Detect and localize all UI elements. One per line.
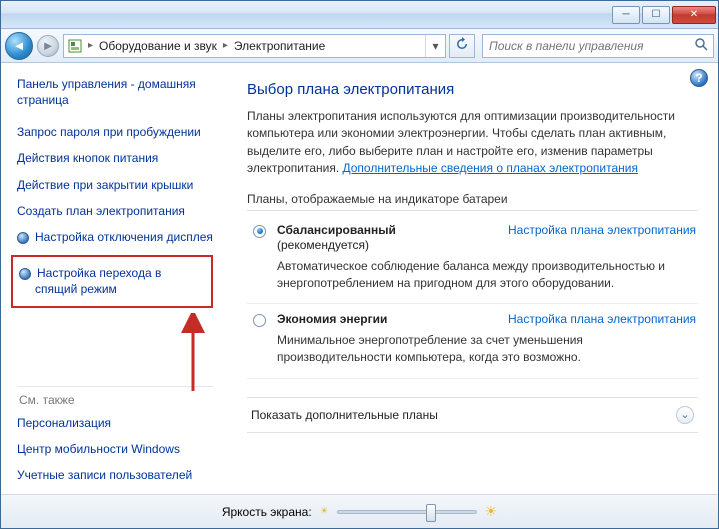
arrow-right-icon: ► — [42, 38, 55, 53]
body: Панель управления - домашняя страница За… — [1, 63, 718, 494]
divider — [17, 386, 213, 387]
highlighted-sidebar-item: Настройка перехода в спящий режим — [11, 255, 213, 307]
search-box[interactable] — [482, 34, 714, 58]
cpl-icon — [64, 39, 86, 53]
navbar: ◄ ► ▸ Оборудование и звук ▸ Электропитан… — [1, 29, 718, 63]
search-input[interactable] — [483, 39, 689, 53]
intro-learn-more-link[interactable]: Дополнительные сведения о планах электро… — [343, 161, 638, 175]
see-also-label: См. также — [19, 393, 213, 407]
search-icon[interactable] — [689, 37, 713, 54]
show-additional-plans[interactable]: Показать дополнительные планы ⌄ — [247, 397, 698, 433]
main-content: ? Выбор плана электропитания Планы элект… — [223, 63, 718, 494]
help-icon[interactable]: ? — [690, 69, 708, 87]
sidebar-link-display-off[interactable]: Настройка отключения дисплея — [17, 229, 213, 245]
see-also-accounts[interactable]: Учетные записи пользователей — [17, 467, 213, 483]
page-title: Выбор плана электропитания — [247, 81, 698, 98]
expand-label: Показать дополнительные планы — [251, 408, 438, 422]
breadcrumb-seg-1[interactable]: Оборудование и звук — [95, 39, 221, 53]
plan-name-balanced: Сбалансированный (рекомендуется) — [277, 223, 504, 254]
brightness-footer: Яркость экрана: ☀ ☀ — [1, 494, 718, 528]
configure-plan-link-2[interactable]: Настройка плана электропитания — [508, 312, 698, 328]
configure-plan-link-1[interactable]: Настройка плана электропитания — [508, 223, 698, 254]
chevron-down-icon: ⌄ — [676, 406, 694, 424]
refresh-icon — [455, 37, 469, 54]
plan-desc-balanced: Автоматическое соблюдение баланса между … — [277, 258, 698, 292]
close-icon: ✕ — [690, 9, 698, 20]
maximize-button[interactable]: ☐ — [642, 6, 670, 24]
power-plan-saver: Экономия энергии Настройка плана электро… — [247, 304, 698, 378]
plan-name-saver: Экономия энергии — [277, 312, 504, 328]
minimize-button[interactable]: ─ — [612, 6, 640, 24]
see-also-mobility[interactable]: Центр мобильности Windows — [17, 441, 213, 457]
breadcrumb-seg-2[interactable]: Электропитание — [230, 39, 329, 53]
sun-dim-icon: ☀ — [320, 506, 329, 517]
chevron-right-icon: ▸ — [221, 40, 230, 51]
sidebar: Панель управления - домашняя страница За… — [1, 63, 223, 494]
close-button[interactable]: ✕ — [672, 6, 716, 24]
sidebar-link-create-plan[interactable]: Создать план электропитания — [17, 203, 213, 219]
power-plan-balanced: Сбалансированный (рекомендуется) Настрой… — [247, 215, 698, 305]
plan-recommended-text: (рекомендуется) — [277, 238, 504, 254]
intro-text: Планы электропитания используются для оп… — [247, 108, 698, 178]
back-button[interactable]: ◄ — [5, 32, 33, 60]
sidebar-link-lid-close[interactable]: Действие при закрытии крышки — [17, 177, 213, 193]
plan-name-text: Сбалансированный — [277, 223, 396, 237]
slider-thumb[interactable] — [426, 504, 436, 522]
maximize-icon: ☐ — [652, 9, 661, 20]
plan-desc-saver: Минимальное энергопотребление за счет ум… — [277, 332, 698, 366]
titlebar: ─ ☐ ✕ — [1, 1, 718, 29]
brightness-label: Яркость экрана: — [222, 505, 312, 519]
address-dropdown[interactable]: ▾ — [425, 35, 445, 57]
sidebar-link-sleep[interactable]: Настройка перехода в спящий режим — [19, 265, 203, 297]
refresh-button[interactable] — [449, 34, 475, 58]
sidebar-link-password[interactable]: Запрос пароля при пробуждении — [17, 124, 213, 140]
address-bar[interactable]: ▸ Оборудование и звук ▸ Электропитание ▾ — [63, 34, 446, 58]
plan-name-text: Экономия энергии — [277, 312, 387, 326]
radio-balanced[interactable] — [253, 225, 266, 238]
brightness-slider[interactable] — [337, 510, 477, 514]
sidebar-link-power-buttons[interactable]: Действия кнопок питания — [17, 150, 213, 166]
section-heading: Планы, отображаемые на индикаторе батаре… — [247, 192, 698, 211]
minimize-icon: ─ — [622, 9, 629, 20]
window: ─ ☐ ✕ ◄ ► ▸ Оборудование и звук ▸ Электр… — [0, 0, 719, 529]
forward-button: ► — [37, 35, 59, 57]
radio-saver[interactable] — [253, 314, 266, 327]
chevron-right-icon: ▸ — [86, 40, 95, 51]
sidebar-home-link[interactable]: Панель управления - домашняя страница — [17, 77, 213, 108]
see-also-personalization[interactable]: Персонализация — [17, 415, 213, 431]
sun-bright-icon: ☀ — [485, 503, 498, 520]
arrow-left-icon: ◄ — [13, 38, 26, 53]
